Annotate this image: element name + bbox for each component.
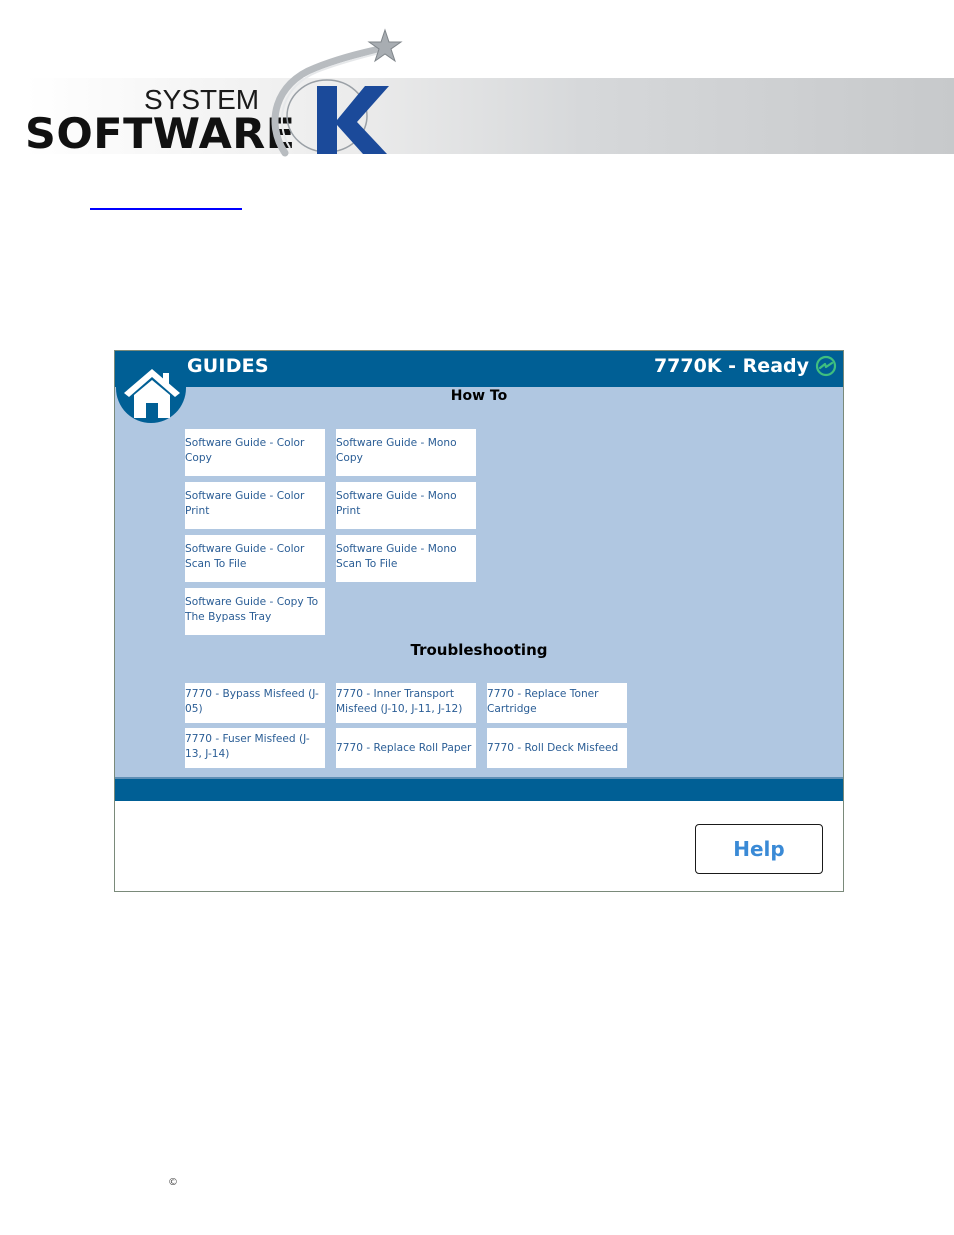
troubleshooting-tile-label: 7770 - Bypass Misfeed (J-05) <box>185 688 319 715</box>
guide-tile[interactable]: Software Guide - Color Copy <box>185 429 325 476</box>
section-title-troubleshooting: Troubleshooting <box>410 641 548 659</box>
troubleshooting-tile-label: 7770 - Inner Transport Misfeed (J-10, J-… <box>336 688 463 715</box>
guide-tile-label: Software Guide - Color Scan To File <box>185 543 305 570</box>
status-text: 7770K - Ready <box>653 355 809 377</box>
section-title-how-to: How To <box>450 388 508 404</box>
troubleshooting-tile[interactable]: 7770 - Replace Roll Paper <box>336 728 476 768</box>
troubleshooting-tile[interactable]: 7770 - Fuser Misfeed (J-13, J-14) <box>185 728 325 768</box>
logo-k-star-icon <box>271 28 403 157</box>
document-link-underline[interactable] <box>90 208 242 210</box>
device-status: 7770K - Ready <box>654 355 837 377</box>
guide-tile[interactable]: Software Guide - Mono Scan To File <box>336 535 476 582</box>
troubleshooting-tile[interactable]: 7770 - Replace Toner Cartridge <box>487 683 627 723</box>
page-title: GUIDES <box>187 355 269 377</box>
troubleshooting-tile[interactable]: 7770 - Inner Transport Misfeed (J-10, J-… <box>336 683 476 723</box>
troubleshooting-tile-label: 7770 - Replace Toner Cartridge <box>487 688 599 715</box>
troubleshooting-tile[interactable]: 7770 - Bypass Misfeed (J-05) <box>185 683 325 723</box>
guide-tile-label: Software Guide - Copy To The Bypass Tray <box>185 596 319 623</box>
troubleshooting-tile-label: 7770 - Fuser Misfeed (J-13, J-14) <box>185 733 310 760</box>
home-button[interactable] <box>116 359 186 423</box>
guide-tile[interactable]: Software Guide - Color Print <box>185 482 325 529</box>
guide-tile[interactable]: Software Guide - Mono Print <box>336 482 476 529</box>
troubleshooting-tile-label: 7770 - Replace Roll Paper <box>336 741 472 754</box>
home-icon <box>124 369 180 418</box>
footer-bar <box>115 777 843 801</box>
guide-tile-label: Software Guide - Mono Print <box>336 490 457 517</box>
guide-tile-label: Software Guide - Color Copy <box>185 437 305 464</box>
troubleshooting-tile[interactable]: 7770 - Roll Deck Misfeed <box>487 728 627 768</box>
guide-tile-label: Software Guide - Color Print <box>185 490 305 517</box>
guide-tile[interactable]: Software Guide - Mono Copy <box>336 429 476 476</box>
guide-tile-label: Software Guide - Mono Scan To File <box>336 543 457 570</box>
guide-tile[interactable]: Software Guide - Color Scan To File <box>185 535 325 582</box>
bottom-panel: Help <box>115 801 843 891</box>
app-header: GUIDES 7770K - Ready <box>115 351 843 387</box>
guides-content: How To Software Guide - Color Copy Softw… <box>115 387 843 777</box>
logo-software-text: SOFTWARE <box>25 109 296 158</box>
guides-window: GUIDES 7770K - Ready How To Software Gui… <box>114 350 844 892</box>
help-button[interactable]: Help <box>695 824 823 874</box>
ready-icon <box>815 355 837 377</box>
logo-banner: SYSTEM SOFTWARE <box>0 0 954 160</box>
copyright-symbol: © <box>168 1177 178 1188</box>
guide-tile-label: Software Guide - Mono Copy <box>336 437 457 464</box>
troubleshooting-tile-label: 7770 - Roll Deck Misfeed <box>487 741 619 754</box>
guide-tile[interactable]: Software Guide - Copy To The Bypass Tray <box>185 588 325 635</box>
